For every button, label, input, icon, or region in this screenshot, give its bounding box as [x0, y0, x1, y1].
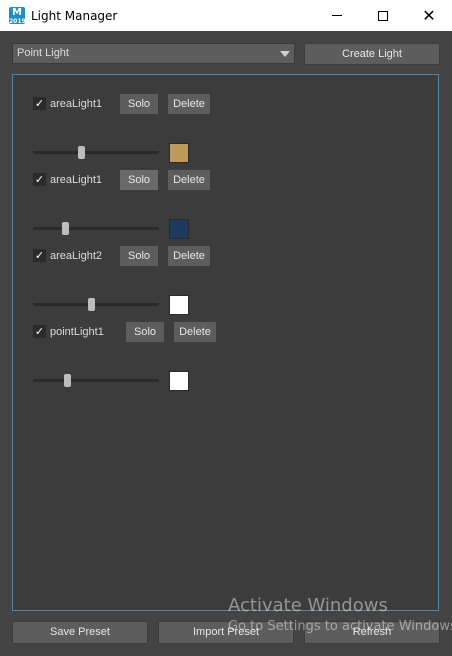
- solo-button[interactable]: Solo: [125, 321, 165, 343]
- intensity-slider[interactable]: [33, 146, 159, 159]
- enable-checkbox[interactable]: ✓: [33, 325, 46, 338]
- enable-checkbox[interactable]: ✓: [33, 173, 46, 186]
- light-row: ✓ pointLight1 Solo Delete: [33, 321, 233, 391]
- lights-panel: ✓ areaLight1 Solo Delete ✓ areaLight1 Solo Dele…: [12, 74, 439, 611]
- minimize-button[interactable]: [314, 0, 360, 31]
- light-name-label: areaLight1: [50, 98, 102, 110]
- color-swatch[interactable]: [169, 295, 189, 315]
- light-name-label: pointLight1: [50, 326, 104, 338]
- maximize-button[interactable]: [360, 0, 406, 31]
- light-type-value: Point Light: [17, 47, 69, 59]
- color-swatch[interactable]: [169, 219, 189, 239]
- slider-handle[interactable]: [77, 146, 85, 159]
- solo-button[interactable]: Solo: [119, 93, 159, 115]
- app-icon-letter: M: [12, 7, 22, 18]
- chevron-down-icon[interactable]: [276, 44, 294, 63]
- maximize-icon: [378, 10, 388, 21]
- slider-handle[interactable]: [61, 222, 69, 235]
- close-icon: ✕: [422, 5, 436, 25]
- light-type-dropdown[interactable]: Point Light: [12, 43, 295, 64]
- light-row: ✓ areaLight1 Solo Delete: [33, 169, 233, 239]
- enable-checkbox[interactable]: ✓: [33, 97, 46, 110]
- solo-button[interactable]: Solo: [119, 169, 159, 191]
- refresh-button[interactable]: Refresh: [304, 621, 440, 644]
- import-preset-button[interactable]: Import Preset: [158, 621, 294, 644]
- enable-checkbox[interactable]: ✓: [33, 249, 46, 262]
- color-swatch[interactable]: [169, 143, 189, 163]
- delete-button[interactable]: Delete: [167, 169, 211, 191]
- slider-handle[interactable]: [64, 374, 72, 387]
- slider-handle[interactable]: [87, 298, 95, 311]
- light-row: ✓ areaLight2 Solo Delete: [33, 245, 233, 315]
- light-row: ✓ areaLight1 Solo Delete: [33, 93, 233, 163]
- title-bar: M 2019 Light Manager ✕: [0, 0, 452, 31]
- app-icon-sub: 2019: [9, 18, 25, 25]
- delete-button[interactable]: Delete: [173, 321, 217, 343]
- create-light-button[interactable]: Create Light: [304, 43, 440, 65]
- delete-button[interactable]: Delete: [167, 245, 211, 267]
- solo-button[interactable]: Solo: [119, 245, 159, 267]
- save-preset-button[interactable]: Save Preset: [12, 621, 148, 644]
- window-title: Light Manager: [31, 9, 118, 23]
- maya-app-icon: M 2019: [9, 7, 25, 24]
- intensity-slider[interactable]: [33, 374, 159, 387]
- intensity-slider[interactable]: [33, 298, 159, 311]
- light-name-label: areaLight1: [50, 174, 102, 186]
- light-name-label: areaLight2: [50, 250, 102, 262]
- color-swatch[interactable]: [169, 371, 189, 391]
- intensity-slider[interactable]: [33, 222, 159, 235]
- delete-button[interactable]: Delete: [167, 93, 211, 115]
- minimize-icon: [332, 15, 342, 16]
- close-button[interactable]: ✕: [406, 0, 452, 31]
